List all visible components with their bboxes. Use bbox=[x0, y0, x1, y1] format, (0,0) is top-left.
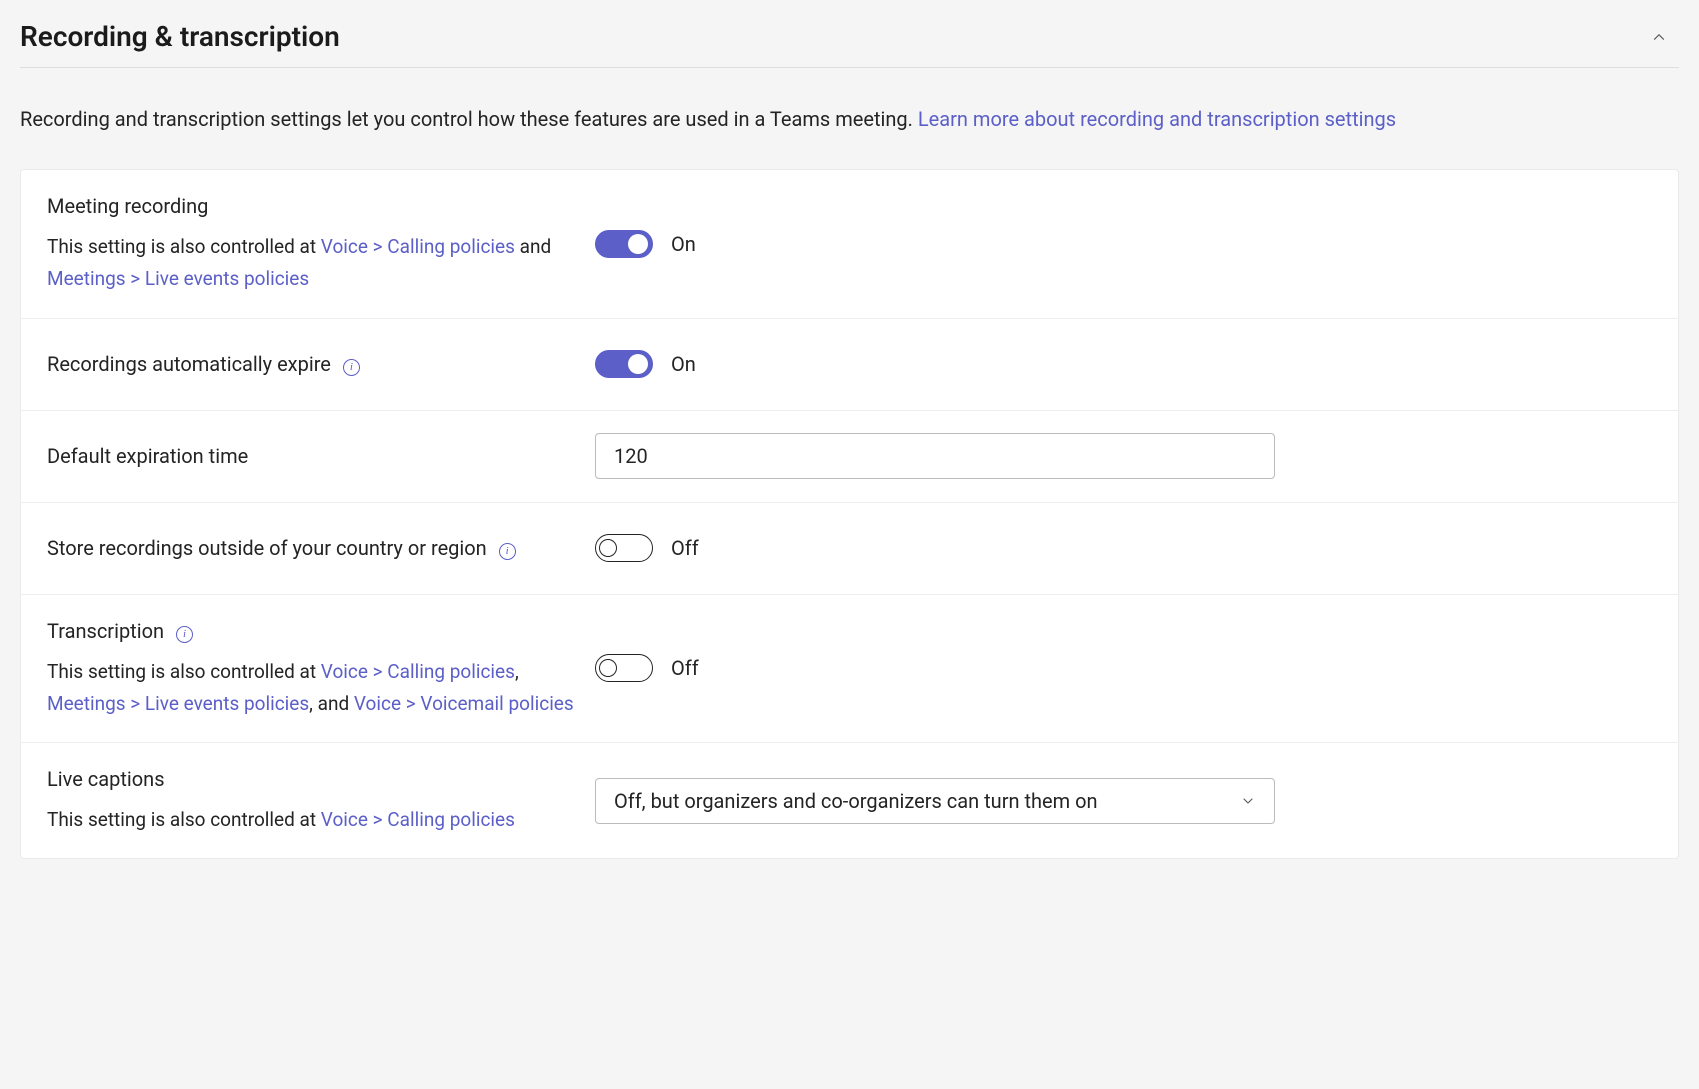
setting-subtext: This setting is also controlled at Voice… bbox=[47, 804, 575, 836]
toggle-knob bbox=[628, 354, 648, 374]
voice-calling-policies-link[interactable]: Voice > Calling policies bbox=[321, 235, 515, 258]
meetings-live-events-link[interactable]: Meetings > Live events policies bbox=[47, 692, 309, 715]
setting-control-col bbox=[595, 433, 1652, 479]
setting-label-col: Transcription i This setting is also con… bbox=[47, 617, 595, 721]
voice-calling-policies-link[interactable]: Voice > Calling policies bbox=[321, 660, 515, 683]
setting-label: Meeting recording bbox=[47, 194, 208, 218]
voice-voicemail-policies-link[interactable]: Voice > Voicemail policies bbox=[354, 692, 574, 715]
section-title: Recording & transcription bbox=[20, 20, 340, 53]
setting-auto-expire: Recordings automatically expire i On bbox=[21, 319, 1678, 411]
chevron-down-icon bbox=[1240, 793, 1256, 809]
setting-label: Transcription bbox=[47, 619, 164, 643]
subtext-prefix: This setting is also controlled at bbox=[47, 808, 321, 831]
dropdown-value: Off, but organizers and co-organizers ca… bbox=[614, 789, 1098, 813]
setting-label: Live captions bbox=[47, 767, 165, 791]
setting-control-col: On bbox=[595, 350, 1652, 378]
subtext-mid: and bbox=[515, 235, 551, 258]
setting-label-col: Live captions This setting is also contr… bbox=[47, 765, 595, 836]
subtext-prefix: This setting is also controlled at bbox=[47, 660, 321, 683]
setting-subtext: This setting is also controlled at Voice… bbox=[47, 231, 575, 296]
expiration-time-input[interactable] bbox=[595, 433, 1275, 479]
setting-meeting-recording: Meeting recording This setting is also c… bbox=[21, 170, 1678, 319]
subtext-sep2: , and bbox=[309, 692, 354, 715]
setting-control-col: Off bbox=[595, 654, 1652, 682]
subtext-prefix: This setting is also controlled at bbox=[47, 235, 321, 258]
toggle-state-label: On bbox=[671, 352, 696, 376]
toggle-state-label: Off bbox=[671, 656, 699, 680]
section-description: Recording and transcription settings let… bbox=[20, 104, 1679, 135]
setting-control-col: Off, but organizers and co-organizers ca… bbox=[595, 778, 1652, 824]
live-captions-dropdown[interactable]: Off, but organizers and co-organizers ca… bbox=[595, 778, 1275, 824]
section-header: Recording & transcription bbox=[20, 20, 1679, 68]
info-icon[interactable]: i bbox=[499, 543, 516, 560]
chevron-up-icon[interactable] bbox=[1649, 27, 1669, 47]
setting-transcription: Transcription i This setting is also con… bbox=[21, 595, 1678, 744]
setting-expiration-time: Default expiration time bbox=[21, 411, 1678, 503]
setting-live-captions: Live captions This setting is also contr… bbox=[21, 743, 1678, 858]
setting-label-col: Default expiration time bbox=[47, 442, 595, 471]
setting-label: Default expiration time bbox=[47, 444, 248, 468]
auto-expire-toggle[interactable] bbox=[595, 350, 653, 378]
setting-label-col: Store recordings outside of your country… bbox=[47, 534, 595, 563]
subtext-sep1: , bbox=[515, 660, 519, 683]
info-icon[interactable]: i bbox=[176, 626, 193, 643]
toggle-knob bbox=[599, 539, 617, 557]
transcription-toggle[interactable] bbox=[595, 654, 653, 682]
setting-label-col: Recordings automatically expire i bbox=[47, 350, 595, 379]
learn-more-link[interactable]: Learn more about recording and transcrip… bbox=[918, 107, 1396, 131]
info-icon[interactable]: i bbox=[343, 359, 360, 376]
setting-subtext: This setting is also controlled at Voice… bbox=[47, 656, 575, 721]
section-description-text: Recording and transcription settings let… bbox=[20, 107, 918, 131]
setting-label: Store recordings outside of your country… bbox=[47, 536, 487, 560]
store-outside-toggle[interactable] bbox=[595, 534, 653, 562]
settings-card: Meeting recording This setting is also c… bbox=[20, 169, 1679, 859]
setting-label: Recordings automatically expire bbox=[47, 352, 331, 376]
toggle-state-label: Off bbox=[671, 536, 699, 560]
setting-control-col: On bbox=[595, 230, 1652, 258]
meeting-recording-toggle[interactable] bbox=[595, 230, 653, 258]
voice-calling-policies-link[interactable]: Voice > Calling policies bbox=[321, 808, 515, 831]
setting-control-col: Off bbox=[595, 534, 1652, 562]
toggle-knob bbox=[599, 659, 617, 677]
toggle-state-label: On bbox=[671, 232, 696, 256]
setting-label-col: Meeting recording This setting is also c… bbox=[47, 192, 595, 296]
toggle-knob bbox=[628, 234, 648, 254]
setting-store-outside: Store recordings outside of your country… bbox=[21, 503, 1678, 595]
meetings-live-events-link[interactable]: Meetings > Live events policies bbox=[47, 267, 309, 290]
